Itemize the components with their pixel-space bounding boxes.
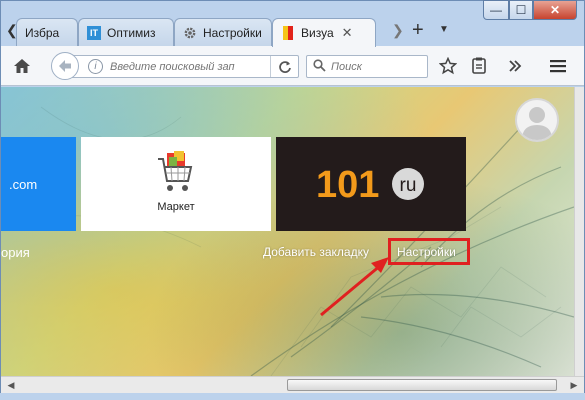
site-info-icon[interactable]: i bbox=[88, 59, 103, 74]
maximize-button[interactable]: ☐ bbox=[509, 0, 533, 20]
hamburger-menu-icon[interactable] bbox=[547, 55, 569, 77]
user-icon bbox=[522, 107, 552, 140]
logo-digits: 101 bbox=[316, 165, 379, 205]
tab-scroll-right-icon[interactable]: ❯ bbox=[392, 22, 404, 39]
annotation-arrow-icon bbox=[320, 257, 389, 317]
tab-label: Визуа bbox=[301, 26, 334, 40]
logo-suffix: ru bbox=[400, 175, 417, 196]
url-input[interactable] bbox=[110, 58, 270, 75]
gear-icon bbox=[183, 26, 197, 40]
scrollbar-thumb[interactable] bbox=[287, 379, 557, 391]
bookmark-tile-market[interactable]: Маркет bbox=[81, 137, 271, 231]
close-window-button[interactable]: ✕ bbox=[533, 0, 577, 20]
visual-bookmarks-page: .com Маркет 101 ru ория Добавить закладк… bbox=[1, 87, 574, 376]
search-icon bbox=[313, 59, 326, 75]
tab-optimization[interactable]: IT Оптимиз bbox=[78, 18, 174, 46]
search-bar[interactable] bbox=[306, 55, 428, 78]
yandex-bookmark-icon bbox=[281, 26, 295, 40]
bookmark-tile-partial[interactable]: .com bbox=[1, 137, 76, 231]
tile-label: .com bbox=[9, 177, 38, 192]
overflow-chevron-icon[interactable] bbox=[504, 55, 526, 77]
tab-close-icon[interactable]: ✕ bbox=[342, 25, 353, 41]
reading-list-icon[interactable] bbox=[468, 55, 490, 77]
reload-icon[interactable] bbox=[270, 56, 298, 77]
navigation-toolbar: i bbox=[1, 46, 584, 86]
101ru-logo: 101 ru bbox=[316, 165, 424, 205]
shopping-cart-icon bbox=[158, 151, 193, 191]
home-icon[interactable] bbox=[11, 55, 33, 77]
new-tab-button[interactable]: + bbox=[412, 19, 424, 42]
horizontal-scrollbar[interactable]: ◀ ▶ bbox=[1, 376, 584, 393]
it-logo-icon: IT bbox=[87, 25, 101, 40]
tab-label: Настройки bbox=[203, 25, 262, 40]
partial-link-label[interactable]: ория bbox=[1, 245, 30, 260]
address-bar[interactable]: i bbox=[67, 55, 299, 78]
minimize-button[interactable]: — bbox=[483, 0, 509, 20]
window-bottom-border bbox=[0, 393, 585, 400]
tab-scroll-left-icon[interactable]: ❮ bbox=[6, 22, 18, 39]
back-button[interactable] bbox=[51, 52, 79, 80]
tab-label: Оптимиз bbox=[107, 25, 156, 40]
tab-favorites[interactable]: Избра bbox=[16, 18, 78, 46]
scroll-right-arrow-icon[interactable]: ▶ bbox=[566, 378, 582, 393]
tab-settings[interactable]: Настройки bbox=[174, 18, 272, 46]
user-avatar[interactable] bbox=[515, 98, 559, 142]
list-all-tabs-icon[interactable]: ▼ bbox=[439, 24, 449, 35]
search-input[interactable] bbox=[331, 58, 423, 75]
bookmark-star-icon[interactable] bbox=[437, 55, 459, 77]
tile-label: Маркет bbox=[157, 201, 195, 213]
window-controls: — ☐ ✕ bbox=[483, 0, 577, 20]
tab-label: Избра bbox=[25, 25, 60, 40]
arrow-left-icon bbox=[59, 60, 71, 72]
bookmark-tile-101ru[interactable]: 101 ru bbox=[276, 137, 466, 231]
leaf-background-image bbox=[1, 106, 574, 376]
tab-strip: Избра IT Оптимиз Настройки Визуа ✕ bbox=[0, 18, 585, 47]
vertical-scrollbar[interactable] bbox=[574, 87, 584, 376]
tab-visual-bookmarks[interactable]: Визуа ✕ bbox=[272, 18, 376, 47]
scroll-left-arrow-icon[interactable]: ◀ bbox=[3, 378, 19, 393]
